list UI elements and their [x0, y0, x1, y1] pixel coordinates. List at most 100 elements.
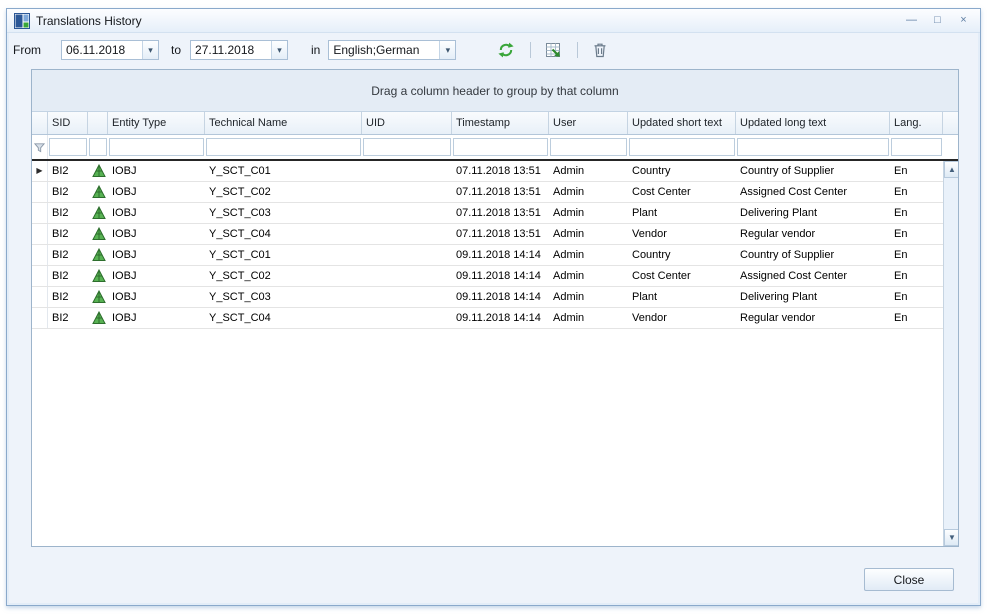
cell-timestamp[interactable]: 09.11.2018 14:14 — [452, 245, 549, 265]
from-date-dropdown-button[interactable]: ▾ — [142, 41, 158, 59]
cell-timestamp[interactable]: 07.11.2018 13:51 — [452, 203, 549, 223]
cell-entity-icon[interactable] — [88, 287, 108, 307]
refresh-button[interactable] — [496, 40, 516, 60]
cell-entity-icon[interactable] — [88, 308, 108, 328]
cell-sid[interactable]: BI2 — [48, 224, 88, 244]
cell-entity-icon[interactable] — [88, 224, 108, 244]
filter-input-uid[interactable] — [363, 138, 451, 156]
filter-input-sid[interactable] — [49, 138, 87, 156]
cell-sid[interactable]: BI2 — [48, 182, 88, 202]
cell-timestamp[interactable]: 07.11.2018 13:51 — [452, 161, 549, 181]
cell-uid[interactable] — [362, 308, 452, 328]
cell-sid[interactable]: BI2 — [48, 161, 88, 181]
cell-sid[interactable]: BI2 — [48, 245, 88, 265]
cell-updated-short-text[interactable]: Cost Center — [628, 182, 736, 202]
cell-technical-name[interactable]: Y_SCT_C01 — [205, 161, 362, 181]
export-excel-button[interactable] — [543, 40, 563, 60]
cell-lang[interactable]: En — [890, 203, 943, 223]
column-header-uid[interactable]: UID — [362, 112, 452, 134]
filter-input-lang[interactable] — [891, 138, 942, 156]
to-date-input[interactable] — [191, 41, 271, 59]
cell-technical-name[interactable]: Y_SCT_C03 — [205, 287, 362, 307]
filter-input-updated-short-text[interactable] — [629, 138, 735, 156]
column-header-sid[interactable]: SID — [48, 112, 88, 134]
cell-lang[interactable]: En — [890, 182, 943, 202]
minimize-button[interactable]: — — [902, 13, 921, 29]
cell-uid[interactable] — [362, 224, 452, 244]
cell-uid[interactable] — [362, 287, 452, 307]
filter-input-entity-icon[interactable] — [89, 138, 107, 156]
cell-lang[interactable]: En — [890, 245, 943, 265]
cell-updated-short-text[interactable]: Vendor — [628, 224, 736, 244]
cell-updated-long-text[interactable]: Country of Supplier — [736, 245, 890, 265]
cell-updated-short-text[interactable]: Country — [628, 161, 736, 181]
cell-entity-icon[interactable] — [88, 161, 108, 181]
cell-lang[interactable]: En — [890, 287, 943, 307]
close-button[interactable]: Close — [864, 568, 954, 591]
column-header-updated-short-text[interactable]: Updated short text — [628, 112, 736, 134]
cell-updated-long-text[interactable]: Delivering Plant — [736, 287, 890, 307]
maximize-button[interactable]: □ — [928, 13, 947, 29]
cell-sid[interactable]: BI2 — [48, 203, 88, 223]
table-row[interactable]: BI2 IOBJ Y_SCT_C02 07.11.2018 13:51 Admi… — [32, 182, 943, 203]
column-header-user[interactable]: User — [549, 112, 628, 134]
cell-timestamp[interactable]: 09.11.2018 14:14 — [452, 266, 549, 286]
cell-updated-long-text[interactable]: Assigned Cost Center — [736, 182, 890, 202]
cell-updated-short-text[interactable]: Vendor — [628, 308, 736, 328]
filter-input-updated-long-text[interactable] — [737, 138, 889, 156]
cell-uid[interactable] — [362, 203, 452, 223]
column-header-entity-type[interactable]: Entity Type — [108, 112, 205, 134]
cell-entity-icon[interactable] — [88, 203, 108, 223]
cell-technical-name[interactable]: Y_SCT_C01 — [205, 245, 362, 265]
cell-technical-name[interactable]: Y_SCT_C03 — [205, 203, 362, 223]
cell-lang[interactable]: En — [890, 308, 943, 328]
column-header-timestamp[interactable]: Timestamp — [452, 112, 549, 134]
cell-updated-short-text[interactable]: Plant — [628, 203, 736, 223]
cell-uid[interactable] — [362, 161, 452, 181]
cell-user[interactable]: Admin — [549, 161, 628, 181]
cell-updated-long-text[interactable]: Country of Supplier — [736, 161, 890, 181]
cell-updated-long-text[interactable]: Assigned Cost Center — [736, 266, 890, 286]
cell-entity-icon[interactable] — [88, 182, 108, 202]
table-row[interactable]: BI2 IOBJ Y_SCT_C02 09.11.2018 14:14 Admi… — [32, 266, 943, 287]
column-header-technical-name[interactable]: Technical Name — [205, 112, 362, 134]
cell-updated-short-text[interactable]: Cost Center — [628, 266, 736, 286]
cell-technical-name[interactable]: Y_SCT_C04 — [205, 224, 362, 244]
cell-entity-icon[interactable] — [88, 245, 108, 265]
cell-technical-name[interactable]: Y_SCT_C04 — [205, 308, 362, 328]
cell-entity-type[interactable]: IOBJ — [108, 245, 205, 265]
delete-button[interactable] — [590, 40, 610, 60]
group-by-panel[interactable]: Drag a column header to group by that co… — [32, 70, 958, 112]
cell-user[interactable]: Admin — [549, 266, 628, 286]
language-dropdown-button[interactable]: ▾ — [439, 41, 455, 59]
cell-sid[interactable]: BI2 — [48, 308, 88, 328]
cell-entity-type[interactable]: IOBJ — [108, 203, 205, 223]
table-row[interactable]: BI2 IOBJ Y_SCT_C04 07.11.2018 13:51 Admi… — [32, 224, 943, 245]
cell-user[interactable]: Admin — [549, 287, 628, 307]
cell-timestamp[interactable]: 09.11.2018 14:14 — [452, 287, 549, 307]
table-row[interactable]: BI2 IOBJ Y_SCT_C03 09.11.2018 14:14 Admi… — [32, 287, 943, 308]
table-row[interactable]: BI2 IOBJ Y_SCT_C01 09.11.2018 14:14 Admi… — [32, 245, 943, 266]
scroll-down-button[interactable]: ▼ — [944, 529, 959, 546]
filter-input-technical-name[interactable] — [206, 138, 361, 156]
vertical-scrollbar[interactable]: ▲ ▼ — [943, 161, 958, 546]
cell-entity-type[interactable]: IOBJ — [108, 182, 205, 202]
cell-user[interactable]: Admin — [549, 308, 628, 328]
scroll-up-button[interactable]: ▲ — [944, 161, 959, 178]
language-input[interactable] — [329, 41, 439, 59]
cell-entity-type[interactable]: IOBJ — [108, 266, 205, 286]
cell-lang[interactable]: En — [890, 224, 943, 244]
filter-input-timestamp[interactable] — [453, 138, 548, 156]
cell-user[interactable]: Admin — [549, 182, 628, 202]
cell-uid[interactable] — [362, 245, 452, 265]
cell-user[interactable]: Admin — [549, 245, 628, 265]
cell-technical-name[interactable]: Y_SCT_C02 — [205, 266, 362, 286]
cell-lang[interactable]: En — [890, 266, 943, 286]
cell-updated-long-text[interactable]: Delivering Plant — [736, 203, 890, 223]
table-row[interactable]: ▶ BI2 IOBJ Y_SCT_C01 07.11.2018 13:51 Ad… — [32, 161, 943, 182]
cell-uid[interactable] — [362, 182, 452, 202]
table-row[interactable]: BI2 IOBJ Y_SCT_C04 09.11.2018 14:14 Admi… — [32, 308, 943, 329]
cell-entity-type[interactable]: IOBJ — [108, 308, 205, 328]
table-row[interactable]: BI2 IOBJ Y_SCT_C03 07.11.2018 13:51 Admi… — [32, 203, 943, 224]
filter-input-entity-type[interactable] — [109, 138, 204, 156]
